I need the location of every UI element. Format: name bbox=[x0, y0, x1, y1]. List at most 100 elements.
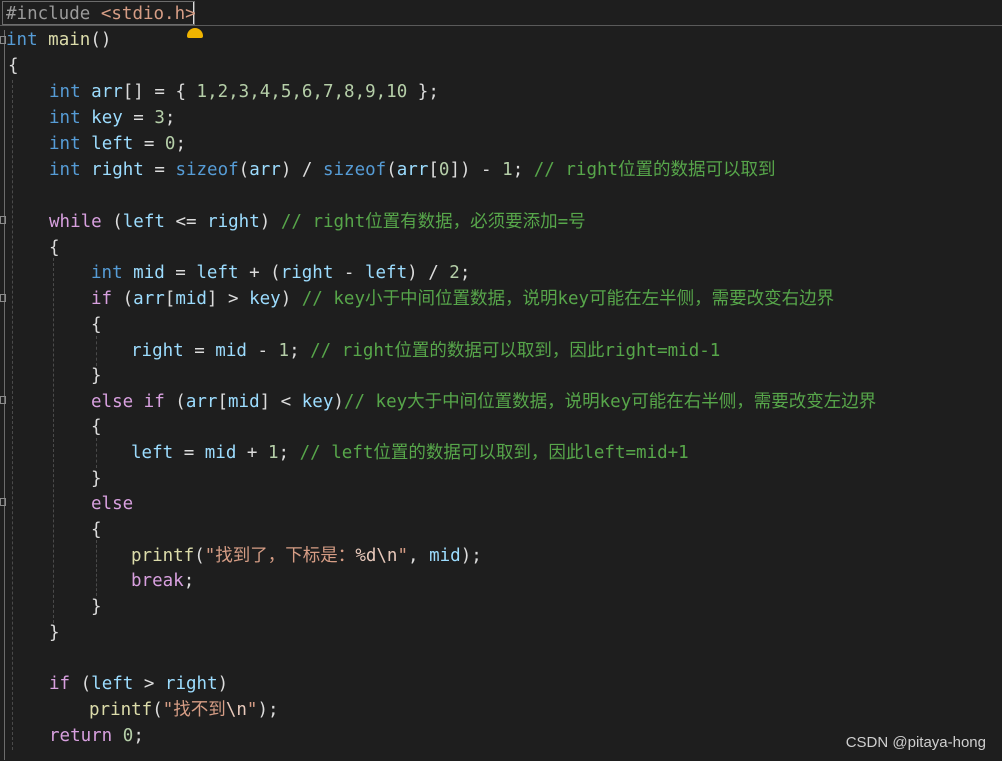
operator: = bbox=[183, 341, 216, 361]
number: 1 bbox=[267, 443, 279, 463]
string-literal: " bbox=[397, 546, 409, 566]
brace: { bbox=[91, 520, 102, 540]
variable: left bbox=[91, 674, 134, 694]
operator: ] < bbox=[259, 392, 302, 412]
code-line-17[interactable]: { bbox=[91, 414, 102, 440]
punctuation: ) bbox=[333, 392, 344, 412]
operator: ) / bbox=[280, 160, 323, 180]
code-line-14[interactable]: right = mid - 1; // right位置的数据可以取到，因此rig… bbox=[131, 338, 720, 364]
variable: right bbox=[164, 674, 218, 694]
control-keyword: if bbox=[49, 674, 71, 694]
punctuation: ; bbox=[459, 263, 471, 283]
number: 2 bbox=[449, 263, 460, 283]
fold-toggle-icon[interactable] bbox=[0, 498, 6, 506]
comment: // key小于中间位置数据，说明key可能在左半侧，需要改变右边界 bbox=[301, 289, 835, 309]
punctuation: [ bbox=[217, 392, 228, 412]
brace: { bbox=[91, 315, 102, 335]
number: 0 bbox=[164, 134, 176, 154]
control-keyword: return bbox=[49, 726, 113, 746]
punctuation: ( bbox=[386, 160, 397, 180]
string-literal: "找不到 bbox=[162, 700, 226, 720]
format-specifier: %d\n bbox=[355, 546, 398, 566]
fold-toggle-icon[interactable] bbox=[0, 216, 6, 224]
punctuation: ; bbox=[164, 108, 176, 128]
code-line-23[interactable]: break; bbox=[131, 568, 194, 594]
fold-toggle-icon[interactable] bbox=[0, 294, 6, 302]
brace: { bbox=[8, 56, 19, 76]
code-line-15[interactable]: } bbox=[91, 363, 102, 389]
code-line-9[interactable]: while (left <= right) // right位置有数据，必须要添… bbox=[49, 209, 586, 235]
code-line-18[interactable]: left = mid + 1; // left位置的数据可以取到，因此left=… bbox=[131, 440, 689, 466]
brace: { bbox=[91, 417, 102, 437]
punctuation: ( bbox=[70, 674, 92, 694]
variable: key bbox=[249, 289, 281, 309]
code-line-27[interactable]: if (left > right) bbox=[49, 671, 228, 697]
punctuation: ( bbox=[101, 212, 123, 232]
punctuation: ( bbox=[112, 289, 134, 309]
code-line-22[interactable]: printf("找到了，下标是：%d\n", mid); bbox=[131, 543, 482, 569]
lightbulb-icon[interactable] bbox=[187, 28, 203, 38]
operator: = bbox=[143, 160, 176, 180]
preprocessor-directive: #include bbox=[6, 4, 91, 24]
code-line-3[interactable]: { bbox=[8, 53, 19, 79]
code-line-13[interactable]: { bbox=[91, 312, 102, 338]
code-line-21[interactable]: { bbox=[91, 517, 102, 543]
code-line-6[interactable]: int left = 0; bbox=[49, 131, 186, 157]
keyword: int bbox=[91, 263, 123, 283]
variable: mid bbox=[133, 263, 165, 283]
brace: } bbox=[91, 597, 102, 617]
operator: = bbox=[122, 108, 155, 128]
comment: // right位置的数据可以取到，因此right=mid-1 bbox=[310, 341, 721, 361]
brace: } bbox=[91, 469, 102, 489]
control-keyword: else bbox=[91, 494, 134, 514]
variable: right bbox=[207, 212, 260, 232]
punctuation: ; bbox=[183, 571, 195, 591]
punctuation: ; bbox=[289, 341, 311, 361]
code-line-4[interactable]: int arr[] = { 1,2,3,4,5,6,7,8,9,10 }; bbox=[49, 79, 439, 105]
code-line-2[interactable]: int main() bbox=[6, 27, 111, 53]
keyword: int bbox=[49, 160, 81, 180]
variable: mid bbox=[204, 443, 237, 463]
punctuation: }; bbox=[407, 82, 439, 102]
punctuation: ) bbox=[217, 674, 229, 694]
indent-guide bbox=[96, 336, 97, 366]
punctuation: ); bbox=[460, 546, 482, 566]
punctuation: ; bbox=[175, 134, 187, 154]
number: 3 bbox=[154, 108, 165, 128]
variable: key bbox=[91, 108, 123, 128]
code-line-10[interactable]: { bbox=[49, 235, 60, 261]
comment: // right位置的数据可以取到 bbox=[533, 160, 776, 180]
code-line-5[interactable]: int key = 3; bbox=[49, 105, 175, 131]
punctuation: ( bbox=[152, 700, 163, 720]
variable: arr bbox=[185, 392, 218, 412]
code-line-16[interactable]: else if (arr[mid] < key)// key大于中间位置数据，说… bbox=[91, 389, 876, 415]
code-line-20[interactable]: else bbox=[91, 491, 133, 517]
variable: mid bbox=[215, 341, 247, 361]
indent-guide bbox=[96, 438, 97, 468]
code-line-24[interactable]: } bbox=[91, 594, 102, 620]
code-line-1[interactable]: #include <stdio.h> bbox=[6, 1, 196, 27]
code-line-28[interactable]: printf("找不到\n"); bbox=[89, 697, 279, 723]
comment: // key大于中间位置数据，说明key可能在右半侧，需要改变左边界 bbox=[343, 392, 877, 412]
punctuation: ) bbox=[280, 289, 302, 309]
code-line-7[interactable]: int right = sizeof(arr) / sizeof(arr[0])… bbox=[49, 157, 776, 183]
code-line-12[interactable]: if (arr[mid] > key) // key小于中间位置数据，说明key… bbox=[91, 286, 834, 312]
variable: key bbox=[301, 392, 334, 412]
punctuation: () bbox=[90, 30, 112, 50]
function-name: printf bbox=[131, 546, 195, 566]
variable: arr bbox=[133, 289, 165, 309]
code-line-29[interactable]: return 0; bbox=[49, 723, 144, 749]
control-keyword: else if bbox=[91, 392, 165, 412]
indent-guide bbox=[12, 80, 13, 750]
code-line-25[interactable]: } bbox=[49, 620, 60, 646]
code-line-19[interactable]: } bbox=[91, 466, 102, 492]
code-editor[interactable]: #include <stdio.h> int main() { int arr[… bbox=[0, 0, 1002, 761]
code-line-11[interactable]: int mid = left + (right - left) / 2; bbox=[91, 260, 470, 286]
keyword: sizeof bbox=[175, 160, 239, 180]
operator: - bbox=[246, 341, 279, 361]
fold-toggle-icon[interactable] bbox=[0, 396, 6, 404]
variable: right bbox=[131, 341, 184, 361]
operator: > bbox=[133, 674, 165, 694]
operator: = bbox=[173, 443, 205, 463]
punctuation: [ bbox=[164, 289, 176, 309]
